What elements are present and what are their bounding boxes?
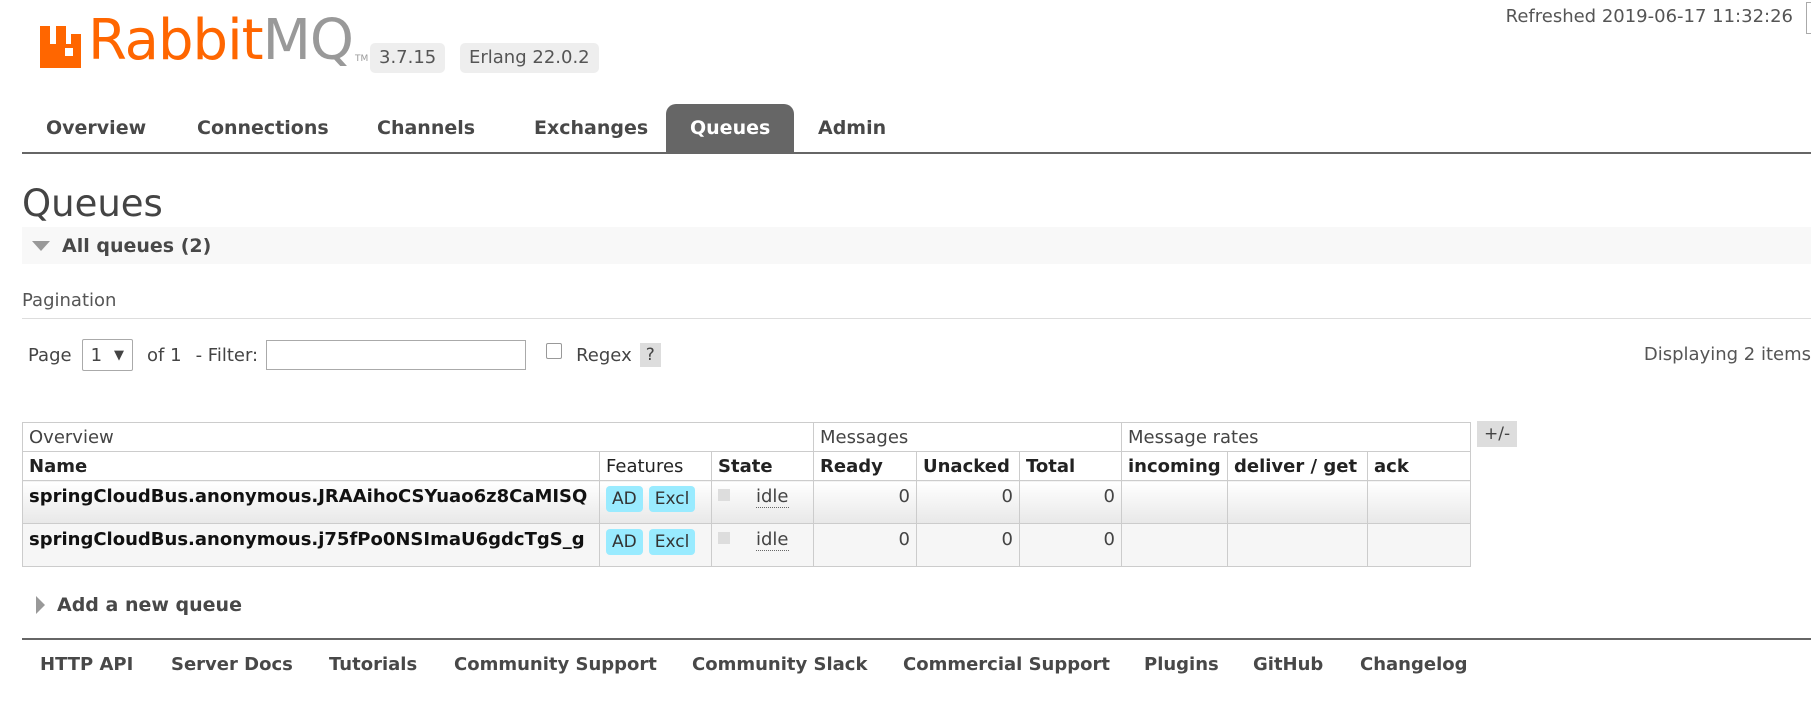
logo-word-mq: MQ: [262, 8, 354, 73]
queues-table: Overview Messages Message rates Name Fea…: [22, 422, 1471, 567]
add-queue-heading: Add a new queue: [57, 594, 242, 616]
column-header-features: Features: [599, 451, 712, 481]
column-header-total[interactable]: Total: [1019, 451, 1122, 481]
column-header-unacked[interactable]: Unacked: [916, 451, 1020, 481]
queue-state: idle: [756, 486, 789, 508]
unacked-count: 0: [916, 480, 1020, 524]
overview-group-header: Overview: [22, 422, 814, 452]
rabbitmq-logo: RabbitMQ TM: [38, 10, 368, 70]
expand-triangle-icon: [36, 596, 45, 614]
add-queue-section-toggle[interactable]: Add a new queue: [22, 590, 242, 620]
table-row: springCloudBus.anonymous.j75fPo0NSImaU6g…: [22, 523, 1471, 567]
tab-admin[interactable]: Admin: [794, 104, 910, 152]
footer-link-http-api[interactable]: HTTP API: [40, 654, 133, 675]
footer-link-plugins[interactable]: Plugins: [1144, 654, 1219, 675]
footer-links: HTTP API Server Docs Tutorials Community…: [22, 638, 1811, 690]
regex-label: Regex: [576, 344, 632, 366]
feature-auto-delete-badge: AD: [606, 529, 643, 555]
main-nav: Overview Connections Channels Exchanges …: [22, 104, 1811, 154]
collapse-triangle-icon: [32, 240, 50, 251]
queue-state: idle: [756, 529, 789, 551]
column-header-name[interactable]: Name: [22, 451, 600, 481]
tab-connections[interactable]: Connections: [173, 104, 353, 152]
total-count: 0: [1019, 480, 1122, 524]
footer-link-changelog[interactable]: Changelog: [1360, 654, 1468, 675]
column-header-state[interactable]: State: [711, 451, 814, 481]
state-indicator-icon: [718, 532, 730, 544]
refreshed-timestamp: Refreshed 2019-06-17 11:32:26: [1505, 6, 1793, 27]
tab-overview[interactable]: Overview: [22, 104, 170, 152]
feature-auto-delete-badge: AD: [606, 486, 643, 512]
regex-checkbox[interactable]: [546, 343, 563, 359]
filter-label: - Filter:: [195, 344, 259, 366]
refresh-interval-select[interactable]: [1806, 2, 1811, 34]
version-badge: 3.7.15: [370, 43, 446, 73]
ready-count: 0: [813, 480, 917, 524]
page-select-value: 1: [90, 344, 103, 366]
filter-input[interactable]: [266, 340, 527, 370]
dropdown-arrow-icon: ▼: [114, 347, 125, 363]
all-queues-heading: All queues (2): [62, 234, 212, 257]
tab-queues[interactable]: Queues: [666, 104, 795, 152]
state-indicator-icon: [718, 489, 730, 501]
footer-link-community-slack[interactable]: Community Slack: [692, 654, 867, 675]
regex-help-button[interactable]: ?: [639, 343, 661, 367]
unacked-count: 0: [916, 523, 1020, 567]
logo-word-rabbit: Rabbit: [88, 8, 264, 73]
table-row: springCloudBus.anonymous.JRAAihoCSYuao6z…: [22, 480, 1471, 524]
tab-exchanges[interactable]: Exchanges: [510, 104, 672, 152]
footer-link-tutorials[interactable]: Tutorials: [329, 654, 417, 675]
total-count: 0: [1019, 523, 1122, 567]
incoming-rate: [1121, 480, 1228, 524]
messages-group-header: Messages: [813, 422, 1122, 452]
pagination-heading: Pagination: [22, 288, 1811, 319]
queue-name-link[interactable]: springCloudBus.anonymous.JRAAihoCSYuao6z…: [22, 480, 600, 524]
ack-rate: [1367, 523, 1471, 567]
ready-count: 0: [813, 523, 917, 567]
pagination-controls: Page 1 ▼ of 1 - Filter: Regex ?: [28, 337, 661, 373]
column-header-ready[interactable]: Ready: [813, 451, 917, 481]
deliver-get-rate: [1227, 480, 1368, 524]
logo-trademark: TM: [355, 54, 369, 64]
all-queues-section-toggle[interactable]: All queues (2): [22, 227, 1811, 264]
displaying-count: Displaying 2 items: [1643, 344, 1811, 365]
column-toggle-button[interactable]: +/-: [1477, 421, 1518, 447]
erlang-version-badge: Erlang 22.0.2: [460, 43, 599, 73]
feature-exclusive-badge: Excl: [648, 529, 696, 555]
footer-link-server-docs[interactable]: Server Docs: [171, 654, 293, 675]
feature-exclusive-badge: Excl: [648, 486, 696, 512]
column-header-incoming[interactable]: incoming: [1121, 451, 1228, 481]
footer-link-commercial-support[interactable]: Commercial Support: [903, 654, 1110, 675]
column-header-ack[interactable]: ack: [1367, 451, 1471, 481]
rabbit-logo-icon: [40, 26, 81, 68]
page-count-label: of 1: [147, 344, 182, 366]
incoming-rate: [1121, 523, 1228, 567]
page-select[interactable]: 1 ▼: [81, 339, 134, 371]
queue-name-link[interactable]: springCloudBus.anonymous.j75fPo0NSImaU6g…: [22, 523, 600, 567]
footer-link-community-support[interactable]: Community Support: [454, 654, 657, 675]
page-label: Page: [28, 344, 72, 366]
footer-link-github[interactable]: GitHub: [1253, 654, 1323, 675]
page-title: Queues: [22, 182, 163, 225]
ack-rate: [1367, 480, 1471, 524]
tab-channels[interactable]: Channels: [353, 104, 499, 152]
column-header-deliver-get[interactable]: deliver / get: [1227, 451, 1368, 481]
message-rates-group-header: Message rates: [1121, 422, 1471, 452]
deliver-get-rate: [1227, 523, 1368, 567]
